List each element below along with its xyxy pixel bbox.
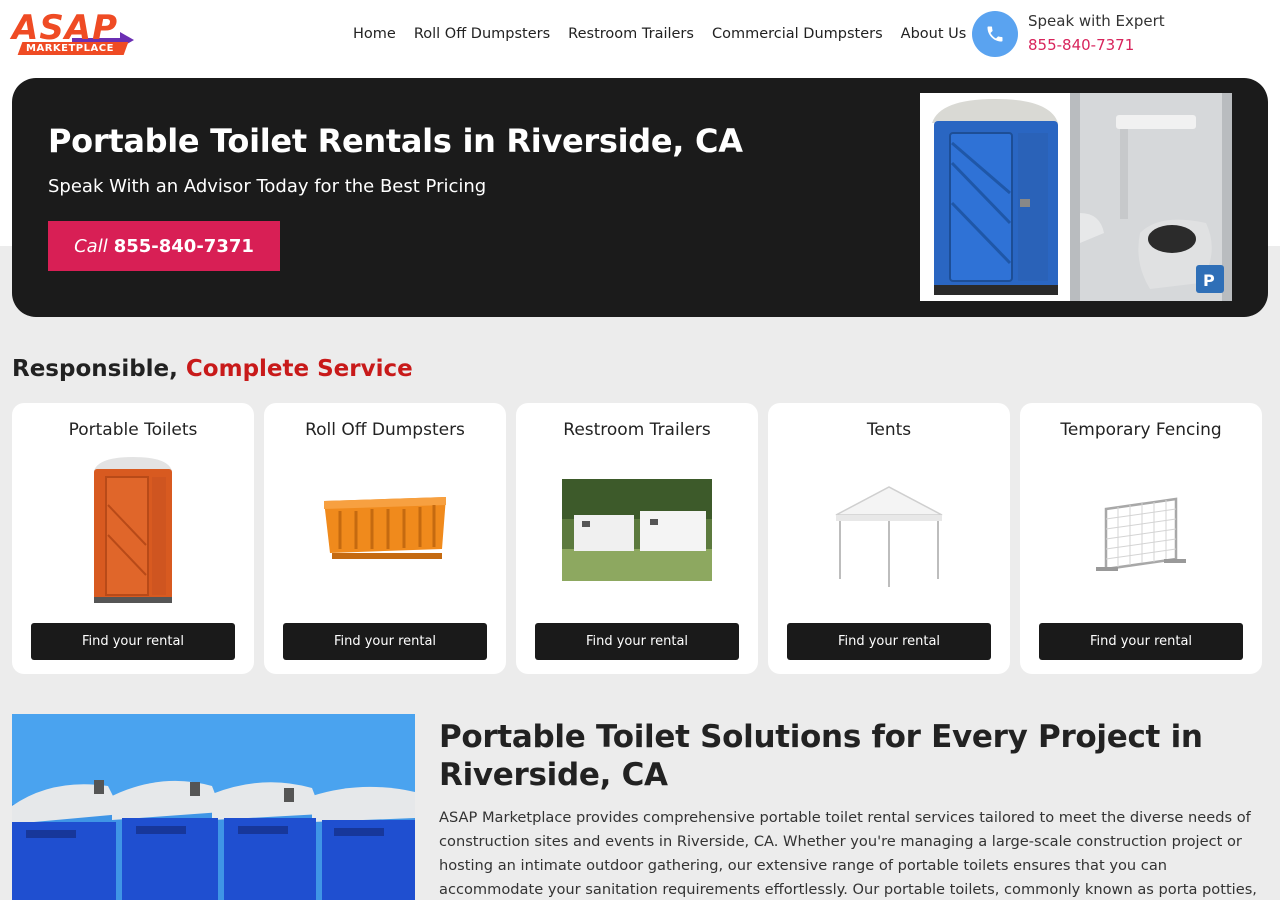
find-rental-button[interactable]: Find your rental [283,623,487,660]
portable-toilet-image [58,455,208,605]
service-cards: Portable Toilets Find your rental Roll O… [12,403,1268,674]
call-label: Call [74,235,108,257]
call-button[interactable]: Call 855-840-7371 [48,221,280,271]
find-rental-button[interactable]: Find your rental [535,623,739,660]
content-heading: Portable Toilet Solutions for Every Proj… [439,719,1203,793]
card-portable-toilets[interactable]: Portable Toilets Find your rental [12,403,254,674]
svg-text:P: P [1203,271,1215,290]
hero-portable-toilet-image: P [920,93,1232,301]
expert-phone-link[interactable]: 855-840-7371 [1028,36,1134,54]
card-restroom-trailers[interactable]: Restroom Trailers Find your rental [516,403,758,674]
card-title: Roll Off Dumpsters [305,420,465,440]
services-heading: Responsible, Complete Service [12,356,413,382]
card-title: Tents [866,420,912,440]
hero-banner: Portable Toilet Rentals in Riverside, CA… [12,78,1268,317]
hero-title: Portable Toilet Rentals in Riverside, CA [48,122,743,160]
site-header: ASAP MARKETPLACE Home Roll Off Dumpsters… [0,0,1280,70]
hero-subtitle: Speak With an Advisor Today for the Best… [48,176,487,197]
services-heading-main: Responsible, [12,356,178,382]
card-title: Restroom Trailers [563,420,711,440]
card-roll-off-dumpsters[interactable]: Roll Off Dumpsters Find your rental [264,403,506,674]
phone-icon[interactable] [972,11,1018,57]
nav-about-us[interactable]: About Us [901,24,967,44]
expert-label: Speak with Expert [1028,12,1165,30]
nav-commercial-dumpsters[interactable]: Commercial Dumpsters [712,24,883,44]
card-tents[interactable]: Tents Find your rental [768,403,1010,674]
fence-image [1066,455,1216,605]
nav-home[interactable]: Home [353,24,396,44]
card-title: Temporary Fencing [1060,420,1222,440]
portable-toilets-row-photo [12,714,415,900]
nav-roll-off-dumpsters[interactable]: Roll Off Dumpsters [414,24,550,44]
asap-marketplace-logo[interactable]: ASAP MARKETPLACE [12,8,136,58]
speak-with-expert[interactable]: Speak with Expert 855-840-7371 [972,10,1272,60]
restroom-trailer-image [562,455,712,605]
find-rental-button[interactable]: Find your rental [31,623,235,660]
card-temporary-fencing[interactable]: Temporary Fencing Find your rental [1020,403,1262,674]
find-rental-button[interactable]: Find your rental [1039,623,1243,660]
dumpster-image [310,455,460,605]
content-paragraph: ASAP Marketplace provides comprehensive … [439,809,1257,898]
services-heading-accent: Complete Service [185,356,413,382]
tent-image [814,455,964,605]
nav-restroom-trailers[interactable]: Restroom Trailers [568,24,694,44]
find-rental-button[interactable]: Find your rental [787,623,991,660]
card-title: Portable Toilets [68,420,198,440]
main-nav: Home Roll Off Dumpsters Restroom Trailer… [353,24,984,44]
logo-subtext: MARKETPLACE [26,43,114,54]
call-number: 855-840-7371 [113,235,254,257]
